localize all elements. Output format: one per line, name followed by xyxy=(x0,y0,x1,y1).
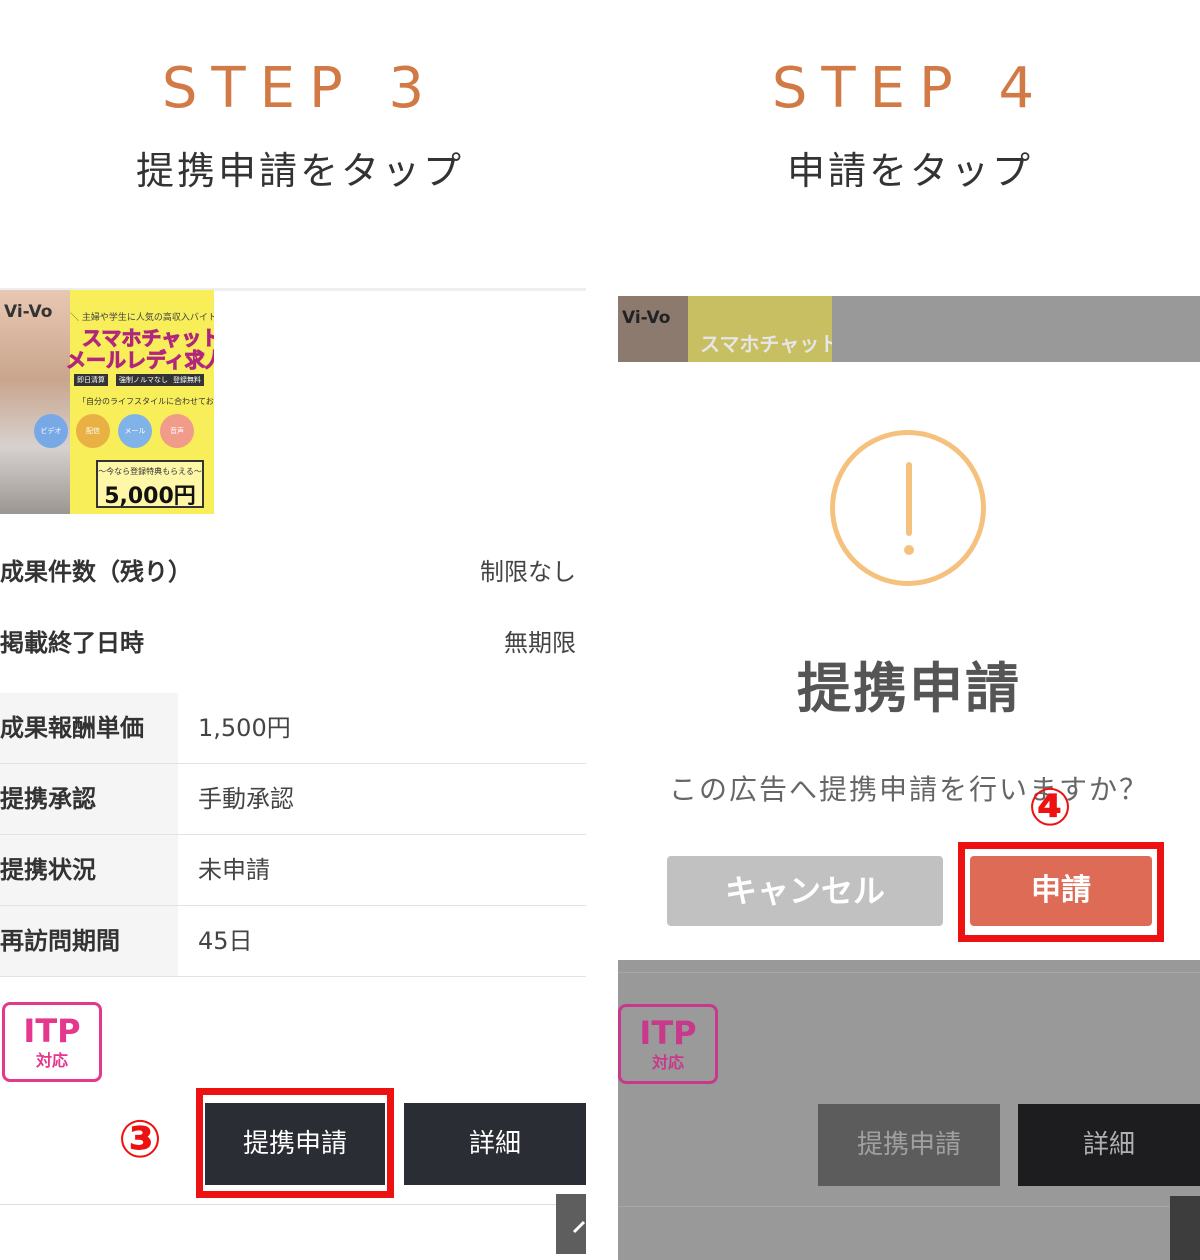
info-value: 制限なし xyxy=(480,558,576,586)
banner-bonus: 〜今なら登録特典もらえる〜 5,000円 xyxy=(96,460,204,509)
table-value: 手動承認 xyxy=(198,785,294,813)
model-photo xyxy=(0,290,70,514)
banner-bonus-line: 〜今なら登録特典もらえる〜 xyxy=(98,467,202,476)
table-value: 1,500円 xyxy=(198,714,291,742)
dim-divider xyxy=(618,972,1200,973)
warning-dot xyxy=(904,545,914,555)
bottom-divider xyxy=(0,1204,586,1205)
info-label: 成果件数（残り） xyxy=(0,558,192,586)
step-marker-3: ③ xyxy=(118,1110,163,1170)
model-photo xyxy=(618,296,688,362)
step3-label: STEP 3 xyxy=(161,56,439,121)
chevron-up-icon xyxy=(572,1220,586,1234)
dialog-message: この広告へ提携申請を行いますか？ xyxy=(668,773,1149,806)
scroll-top-button[interactable] xyxy=(556,1194,586,1254)
step4-label: STEP 4 xyxy=(771,56,1049,121)
info-row: 掲載終了日時 無期限 xyxy=(0,623,576,663)
table-row: 再訪問期間 45日 xyxy=(0,906,586,977)
banner-pill: 強制ノルマなし xyxy=(116,374,171,386)
scroll-top-button-dimmed xyxy=(1170,1196,1200,1260)
highlight-box xyxy=(958,842,1164,942)
banner-description: 「自分のライフスタイルに合わせてお仕事できる」 xyxy=(78,397,214,406)
dim-divider xyxy=(618,1206,1200,1207)
warning-icon xyxy=(830,430,986,586)
banner-bonus-amount: 5,000円 xyxy=(104,484,196,509)
step3-subtitle: 提携申請をタップ xyxy=(135,149,464,193)
table-row: 提携承認 手動承認 xyxy=(0,764,586,835)
table-label: 成果報酬単価 xyxy=(0,693,178,763)
itp-sublabel: 対応 xyxy=(651,1053,684,1072)
step3-screen: Vi-Vo ＼ 主婦や学生に人気の高収入バイト ／ スマホチャット メールレディ… xyxy=(0,288,586,1260)
banner-circle-stream: 配信 xyxy=(76,414,110,448)
info-label: 掲載終了日時 xyxy=(0,629,144,657)
itp-badge: ITP 対応 xyxy=(2,1002,102,1082)
ad-banner[interactable]: Vi-Vo ＼ 主婦や学生に人気の高収入バイト ／ スマホチャット メールレディ… xyxy=(0,290,214,514)
banner-circle-mail: メール xyxy=(118,414,152,448)
banner-headline-1: スマホチャット xyxy=(700,332,832,356)
highlight-box xyxy=(196,1088,394,1198)
info-value: 無期限 xyxy=(504,629,576,657)
apply-partnership-button-dimmed: 提携申請 xyxy=(818,1104,1000,1186)
banner-circle-video: ビデオ xyxy=(34,414,68,448)
table-label: 提携承認 xyxy=(0,764,178,834)
step4-subtitle: 申請をタップ xyxy=(786,149,1033,193)
ad-banner-dimmed: Vi-Vo スマホチャット xyxy=(618,296,832,362)
step-marker-4: ④ xyxy=(1028,778,1073,838)
table-value: 45日 xyxy=(198,927,253,955)
table-label: 再訪問期間 xyxy=(0,906,178,976)
banner-headline-2: メールレディ求人 xyxy=(66,348,214,373)
banner-pill: 即日清算 xyxy=(74,374,108,386)
banner-circle-voice: 音声 xyxy=(160,414,194,448)
itp-label: ITP xyxy=(23,1012,81,1050)
banner-logo: Vi-Vo xyxy=(4,302,53,322)
dialog-title: 提携申請 xyxy=(797,657,1021,720)
itp-badge-dimmed: ITP 対応 xyxy=(618,1004,718,1084)
table-label: 提携状況 xyxy=(0,835,178,905)
itp-label: ITP xyxy=(639,1014,697,1052)
info-row: 成果件数（残り） 制限なし xyxy=(0,552,576,592)
detail-button-dimmed: 詳細 xyxy=(1018,1104,1200,1186)
table-row: 成果報酬単価 1,500円 xyxy=(0,693,586,764)
table-value: 未申請 xyxy=(198,856,270,884)
cancel-button[interactable]: キャンセル xyxy=(667,856,943,926)
banner-pill: 登録無料 xyxy=(170,374,204,386)
table-row: 提携状況 未申請 xyxy=(0,835,586,906)
confirm-dialog: 提携申請 この広告へ提携申請を行いますか？ ④ キャンセル 申請 xyxy=(618,362,1200,960)
warning-bar xyxy=(906,462,912,536)
detail-button[interactable]: 詳細 xyxy=(404,1103,586,1185)
itp-sublabel: 対応 xyxy=(35,1051,68,1070)
banner-logo: Vi-Vo xyxy=(622,308,671,328)
